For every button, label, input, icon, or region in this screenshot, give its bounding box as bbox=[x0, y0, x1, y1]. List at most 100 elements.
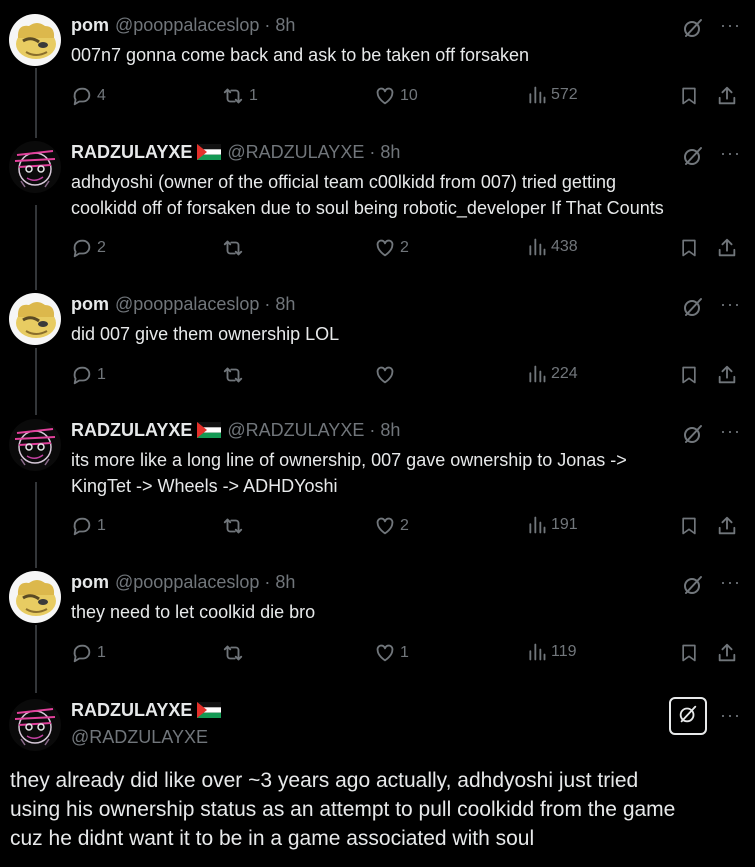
share-button[interactable] bbox=[716, 515, 742, 537]
reply-count: 1 bbox=[97, 517, 106, 534]
views-button[interactable]: 224 bbox=[527, 364, 578, 384]
share-button[interactable] bbox=[716, 364, 742, 386]
more-icon[interactable]: ··· bbox=[720, 705, 741, 726]
handle[interactable]: @RADZULAYXE · 8h bbox=[227, 142, 400, 162]
views-icon bbox=[527, 515, 551, 535]
handle[interactable]: @RADZULAYXE · 8h bbox=[227, 420, 400, 440]
reply-button[interactable]: 4 bbox=[71, 85, 106, 107]
reply-button[interactable]: 1 bbox=[71, 364, 106, 386]
repost-button[interactable] bbox=[221, 364, 249, 386]
handle[interactable]: @pooppalaceslop · 8h bbox=[115, 294, 295, 314]
repost-icon bbox=[221, 364, 249, 386]
repost-button[interactable]: 1 bbox=[221, 85, 258, 107]
reply-count: 1 bbox=[97, 644, 106, 661]
share-icon bbox=[716, 642, 742, 664]
more-icon[interactable]: ··· bbox=[720, 143, 741, 164]
views-button[interactable]: 572 bbox=[527, 85, 578, 105]
text-line: its more like a long line of ownership, … bbox=[71, 450, 627, 470]
text-line: KingTet -> Wheels -> ADHDYoshi bbox=[71, 476, 338, 496]
bookmark-button[interactable] bbox=[679, 515, 703, 537]
grok-icon[interactable] bbox=[681, 573, 705, 602]
repost-icon bbox=[221, 642, 249, 664]
grok-icon[interactable] bbox=[681, 295, 705, 324]
share-icon bbox=[716, 237, 742, 259]
grok-icon bbox=[677, 703, 699, 730]
share-icon bbox=[716, 85, 742, 107]
text-line: adhdyoshi (owner of the official team c0… bbox=[71, 172, 616, 192]
repost-button[interactable] bbox=[221, 515, 249, 537]
views-count: 191 bbox=[551, 516, 578, 533]
tweet-actions: 4 1 10 572 bbox=[71, 85, 741, 111]
share-button[interactable] bbox=[716, 642, 742, 664]
like-button[interactable]: 1 bbox=[374, 642, 409, 664]
tweet[interactable]: pom @pooppalaceslop · 8h ··· they need to… bbox=[0, 571, 755, 681]
text-line: cuz he didnt want it to be in a game ass… bbox=[10, 827, 535, 850]
like-button[interactable]: 10 bbox=[374, 85, 418, 107]
tweet-header: RADZULAYXE @RADZULAYXE · 8h bbox=[71, 419, 400, 443]
bookmark-button[interactable] bbox=[679, 364, 703, 386]
bookmark-icon bbox=[679, 237, 703, 259]
avatar[interactable] bbox=[9, 141, 61, 193]
grok-icon[interactable] bbox=[681, 16, 705, 45]
bookmark-icon bbox=[679, 642, 703, 664]
views-icon bbox=[527, 85, 551, 105]
display-name[interactable]: RADZULAYXE bbox=[71, 420, 192, 440]
repost-button[interactable] bbox=[221, 237, 249, 259]
bookmark-button[interactable] bbox=[679, 85, 703, 107]
avatar[interactable] bbox=[9, 14, 61, 66]
views-count: 119 bbox=[551, 643, 577, 660]
avatar[interactable] bbox=[9, 571, 61, 623]
more-icon[interactable]: ··· bbox=[720, 294, 741, 315]
tweet[interactable]: RADZULAYXE @RADZULAYXE · 8h ··· its more … bbox=[0, 419, 755, 549]
more-icon[interactable]: ··· bbox=[720, 15, 741, 36]
like-button[interactable] bbox=[374, 364, 400, 386]
views-button[interactable]: 191 bbox=[527, 515, 578, 535]
like-icon bbox=[374, 515, 400, 537]
share-button[interactable] bbox=[716, 85, 742, 107]
tweet-actions: 2 2 438 bbox=[71, 237, 741, 263]
handle[interactable]: @RADZULAYXE bbox=[71, 726, 221, 748]
reply-icon bbox=[71, 364, 97, 386]
tweet[interactable]: pom @pooppalaceslop · 8h ··· 007n7 gonna … bbox=[0, 14, 755, 124]
tweet-header: pom @pooppalaceslop · 8h bbox=[71, 293, 295, 315]
bookmark-icon bbox=[679, 364, 703, 386]
reply-button[interactable]: 2 bbox=[71, 237, 106, 259]
tweet[interactable]: pom @pooppalaceslop · 8h ··· did 007 give… bbox=[0, 293, 755, 403]
like-button[interactable]: 2 bbox=[374, 515, 409, 537]
repost-icon bbox=[221, 515, 249, 537]
views-button[interactable]: 438 bbox=[527, 237, 578, 257]
share-button[interactable] bbox=[716, 237, 742, 259]
avatar[interactable] bbox=[9, 419, 61, 471]
display-name[interactable]: pom bbox=[71, 294, 109, 314]
handle[interactable]: @pooppalaceslop · 8h bbox=[115, 15, 295, 35]
more-icon[interactable]: ··· bbox=[720, 572, 741, 593]
like-icon bbox=[374, 237, 400, 259]
main-tweet-author: RADZULAYXE @RADZULAYXE bbox=[71, 699, 222, 748]
grok-button[interactable] bbox=[669, 697, 707, 735]
display-name[interactable]: pom bbox=[71, 15, 109, 35]
like-count: 2 bbox=[400, 239, 409, 256]
views-button[interactable]: 119 bbox=[527, 642, 577, 662]
text-line: coolkidd off of forsaken due to soul bei… bbox=[71, 198, 664, 218]
reply-icon bbox=[71, 237, 97, 259]
repost-button[interactable] bbox=[221, 642, 249, 664]
like-icon bbox=[374, 85, 400, 107]
avatar[interactable] bbox=[9, 699, 61, 751]
display-name[interactable]: RADZULAYXE bbox=[71, 142, 192, 162]
views-count: 572 bbox=[551, 86, 578, 103]
reply-button[interactable]: 1 bbox=[71, 515, 106, 537]
like-button[interactable]: 2 bbox=[374, 237, 409, 259]
avatar[interactable] bbox=[9, 293, 61, 345]
share-icon bbox=[716, 364, 742, 386]
like-icon bbox=[374, 364, 400, 386]
flag-icon bbox=[197, 143, 222, 165]
reply-button[interactable]: 1 bbox=[71, 642, 106, 664]
bookmark-button[interactable] bbox=[679, 642, 703, 664]
bookmark-icon bbox=[679, 515, 703, 537]
display-name[interactable]: RADZULAYXE bbox=[71, 700, 192, 720]
display-name[interactable]: pom bbox=[71, 572, 109, 592]
tweet[interactable]: RADZULAYXE @RADZULAYXE · 8h ··· adhdyoshi… bbox=[0, 141, 755, 271]
bookmark-button[interactable] bbox=[679, 237, 703, 259]
handle[interactable]: @pooppalaceslop · 8h bbox=[115, 572, 295, 592]
more-icon[interactable]: ··· bbox=[720, 421, 741, 442]
